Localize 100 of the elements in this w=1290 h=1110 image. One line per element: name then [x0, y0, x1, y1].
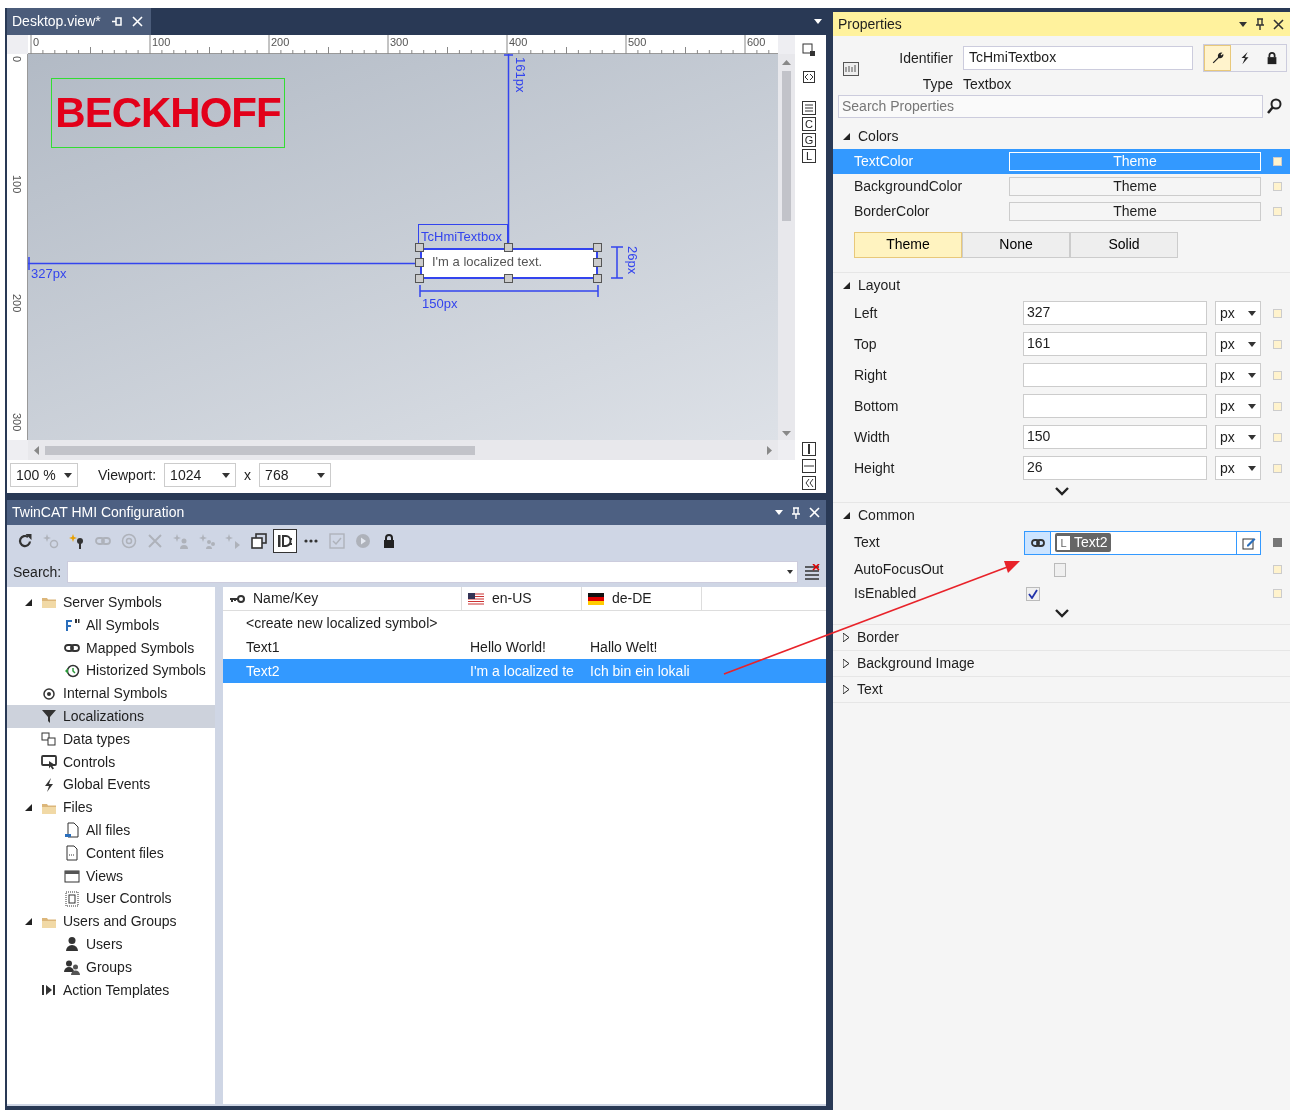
- reset-marker[interactable]: [1273, 589, 1282, 599]
- split-horizontal-icon[interactable]: [802, 459, 816, 473]
- tree-item[interactable]: Internal Symbols: [7, 682, 215, 705]
- group-header[interactable]: Colors: [833, 123, 1290, 149]
- tree-item[interactable]: Content files: [7, 841, 215, 865]
- search-icon[interactable]: [1266, 98, 1282, 115]
- reset-marker[interactable]: [1273, 463, 1282, 473]
- unit-dropdown[interactable]: px: [1215, 301, 1261, 326]
- input-field[interactable]: 150: [1023, 425, 1207, 450]
- tree-item[interactable]: Server Symbols: [7, 591, 215, 614]
- unit-dropdown[interactable]: px: [1215, 363, 1261, 388]
- identifier-field[interactable]: TcHmiTextbox: [963, 46, 1193, 70]
- zoom-dropdown[interactable]: 100 %: [10, 463, 78, 487]
- tree-item[interactable]: Views: [7, 864, 215, 888]
- reset-marker[interactable]: [1273, 432, 1282, 442]
- expanded-arrow-icon[interactable]: [24, 804, 32, 812]
- letter-toggle[interactable]: L: [802, 149, 816, 163]
- tree-item[interactable]: Global Events: [7, 773, 215, 797]
- show-more-button[interactable]: [1053, 607, 1070, 620]
- search-field[interactable]: [67, 561, 798, 583]
- tree-item[interactable]: Controls: [7, 750, 215, 774]
- column-header[interactable]: Name/Key: [223, 587, 462, 610]
- group-header[interactable]: Common: [833, 502, 1290, 528]
- dropdown-arrow-icon[interactable]: [64, 472, 72, 478]
- checkbox[interactable]: [1053, 562, 1066, 577]
- letter-toggle[interactable]: C: [802, 117, 816, 131]
- mode-tab[interactable]: Theme: [854, 231, 962, 258]
- reset-marker[interactable]: [1273, 370, 1282, 380]
- pin-icon[interactable]: [1255, 18, 1265, 30]
- input-field[interactable]: 161: [1023, 332, 1207, 357]
- group-header[interactable]: Border: [833, 624, 1290, 650]
- reset-marker[interactable]: [1273, 308, 1282, 318]
- reset-marker[interactable]: [1273, 156, 1282, 166]
- scroll-up-icon[interactable]: [782, 60, 791, 65]
- tree-item[interactable]: Localizations: [7, 705, 215, 728]
- binding-field[interactable]: L Text2: [1024, 530, 1261, 555]
- reset-marker[interactable]: [1273, 206, 1282, 216]
- tree-item[interactable]: Historized Symbols: [7, 659, 215, 683]
- reset-marker[interactable]: [1273, 181, 1282, 191]
- scroll-down-icon[interactable]: [782, 431, 791, 436]
- resize-handle[interactable]: [504, 243, 513, 252]
- dropdown-arrow-icon[interactable]: [317, 472, 326, 478]
- tree-item[interactable]: Users and Groups: [7, 910, 215, 933]
- unit-dropdown[interactable]: px: [1215, 456, 1261, 481]
- dropdown-arrow-icon[interactable]: [222, 472, 231, 478]
- reset-marker[interactable]: [1273, 401, 1282, 411]
- link-button[interactable]: [1025, 531, 1051, 554]
- close-icon[interactable]: [1273, 18, 1284, 30]
- scroll-right-icon[interactable]: [767, 445, 772, 455]
- mode-tab[interactable]: None: [962, 231, 1070, 258]
- expanded-arrow-icon[interactable]: [24, 918, 32, 926]
- group-header[interactable]: Layout: [833, 272, 1290, 298]
- tree-item[interactable]: Action Templates: [7, 978, 215, 1002]
- wrench-tab[interactable]: [1204, 45, 1231, 71]
- property-row[interactable]: BorderColor Theme: [833, 198, 1290, 224]
- show-more-button[interactable]: [1053, 485, 1070, 498]
- tree-item[interactable]: All Symbols: [7, 613, 215, 637]
- wrench-icon[interactable]: [1210, 51, 1225, 65]
- reset-marker[interactable]: [1273, 339, 1282, 349]
- tree-item[interactable]: Data types: [7, 727, 215, 751]
- clear-filter-icon[interactable]: [804, 564, 820, 580]
- tree-item[interactable]: Users: [7, 932, 215, 956]
- dropdown-arrow-icon[interactable]: [814, 19, 822, 24]
- column-header[interactable]: de-DE: [582, 587, 702, 610]
- list-icon[interactable]: [802, 101, 816, 115]
- scroll-left-icon[interactable]: [34, 445, 39, 455]
- scroll-thumb[interactable]: [782, 71, 791, 221]
- group-header[interactable]: Text: [833, 676, 1290, 702]
- unit-dropdown[interactable]: px: [1215, 394, 1261, 419]
- search-field[interactable]: Search Properties: [838, 94, 1263, 118]
- resize-handle[interactable]: [504, 274, 513, 283]
- text-box[interactable]: I'm a localized text.: [420, 248, 598, 279]
- dropdown-arrow-icon[interactable]: [775, 510, 783, 515]
- dropdown-arrow-icon[interactable]: [787, 570, 793, 574]
- column-header[interactable]: en-US: [462, 587, 582, 610]
- reset-marker[interactable]: [1273, 538, 1282, 548]
- viewport-height-dropdown[interactable]: 768: [259, 463, 332, 487]
- expanded-arrow-icon[interactable]: [24, 598, 32, 606]
- input-field[interactable]: [1023, 363, 1207, 388]
- color-value[interactable]: Theme: [1009, 176, 1261, 196]
- tree-item[interactable]: Mapped Symbols: [7, 636, 215, 660]
- input-field[interactable]: 26: [1023, 456, 1207, 481]
- checkbox[interactable]: [1026, 586, 1041, 601]
- tree-item[interactable]: Groups: [7, 955, 215, 979]
- scroll-thumb[interactable]: [45, 445, 475, 455]
- code-icon[interactable]: [803, 71, 815, 83]
- table-row[interactable]: Text1 Hello World! Hallo Welt!: [223, 635, 826, 659]
- unit-dropdown[interactable]: px: [1215, 332, 1261, 357]
- split-vertical-icon[interactable]: [802, 442, 816, 456]
- tree-item[interactable]: Files: [7, 796, 215, 819]
- unit-dropdown[interactable]: px: [1215, 425, 1261, 450]
- letter-toggle[interactable]: G: [802, 133, 816, 147]
- collapse-icon[interactable]: [802, 476, 816, 490]
- select-icon[interactable]: [802, 43, 816, 57]
- viewport-width-dropdown[interactable]: 1024: [164, 463, 237, 487]
- property-row[interactable]: BackgroundColor Theme: [833, 173, 1290, 199]
- mode-tab[interactable]: Solid: [1070, 231, 1178, 258]
- tree-item[interactable]: User Controls: [7, 887, 215, 911]
- input-field[interactable]: 327: [1023, 301, 1207, 326]
- tree-item[interactable]: All files: [7, 818, 215, 842]
